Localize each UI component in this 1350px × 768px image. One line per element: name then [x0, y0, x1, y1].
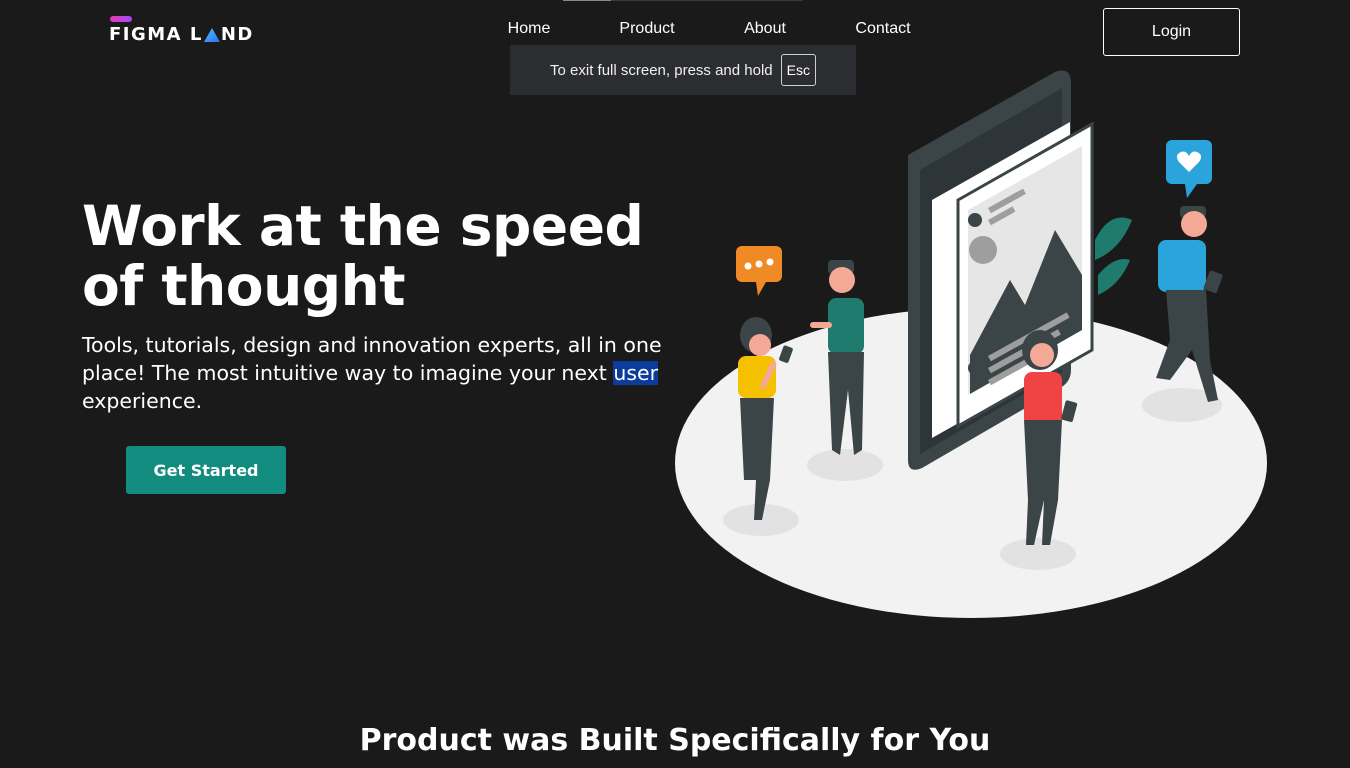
hero-subtitle: Tools, tutorials, design and innovation …	[82, 331, 662, 415]
main-nav: Home Product About Contact	[470, 20, 942, 38]
logo-text-right: ND	[220, 24, 254, 45]
hero-subtitle-text: Tools, tutorials, design and innovation …	[82, 333, 662, 385]
get-started-button[interactable]: Get Started	[126, 446, 286, 494]
landing-page: FIGMA L ND Home Product About Contact Lo…	[0, 0, 1350, 768]
section-title: Product was Built Specifically for You	[359, 723, 991, 758]
hero-subtitle-end: experience.	[82, 389, 203, 413]
login-button[interactable]: Login	[1103, 8, 1240, 56]
nav-about[interactable]: About	[706, 20, 824, 38]
logo-accent-bar	[110, 16, 132, 22]
logo[interactable]: FIGMA L ND	[109, 16, 254, 45]
logo-text-left: FIGMA L	[109, 24, 203, 45]
nav-home[interactable]: Home	[470, 20, 588, 38]
people-using-phones-illustration	[675, 70, 1267, 618]
nav-contact[interactable]: Contact	[824, 20, 942, 38]
nav-product[interactable]: Product	[588, 20, 706, 38]
triangle-icon	[203, 27, 220, 42]
nav-indicator	[563, 0, 803, 1]
hero-subtitle-highlight: user	[613, 361, 659, 385]
hero-title: Work at the speed of thought	[82, 194, 644, 318]
